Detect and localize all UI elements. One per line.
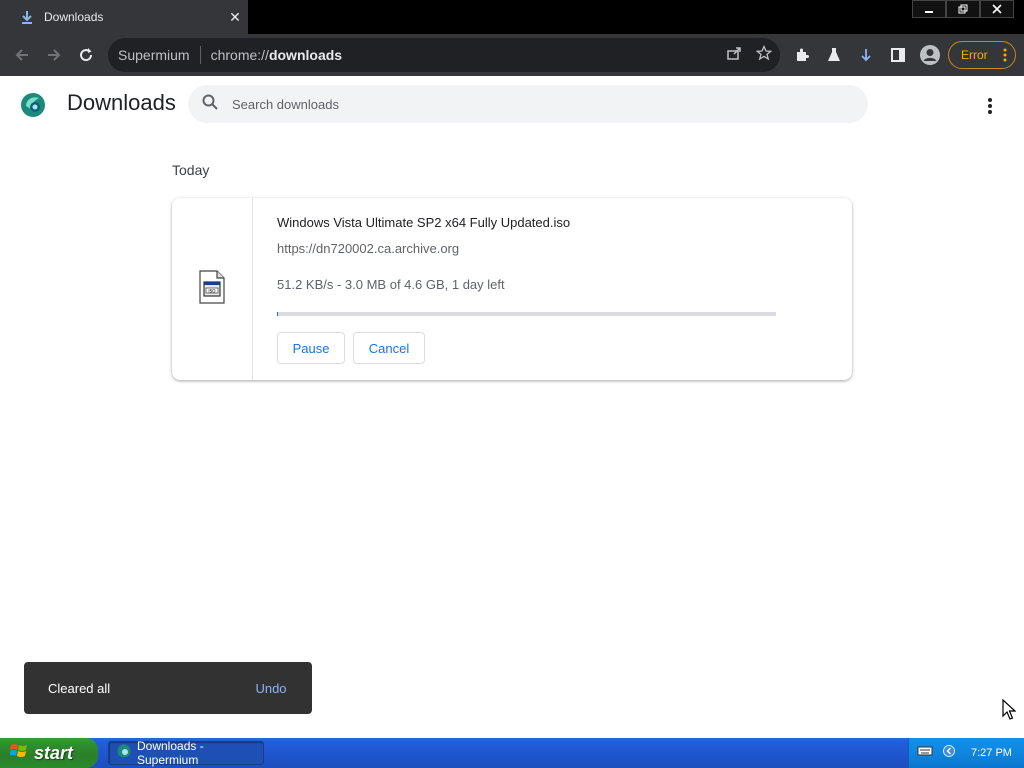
url-text: chrome://downloads bbox=[210, 47, 343, 63]
undo-button[interactable]: Undo bbox=[246, 681, 296, 696]
download-status: 51.2 KB/s - 3.0 MB of 4.6 GB, 1 day left bbox=[277, 277, 505, 292]
omnibox-separator bbox=[199, 46, 201, 64]
title-bar: Downloads ✕ bbox=[0, 0, 1024, 34]
download-item-card: ISO Windows Vista Ultimate SP2 x64 Fully… bbox=[172, 198, 852, 380]
search-icon bbox=[202, 94, 218, 115]
browser-toolbar: Supermium chrome://downloads Error bbox=[0, 34, 1024, 76]
pause-button[interactable]: Pause bbox=[277, 332, 345, 364]
profile-avatar-icon[interactable] bbox=[914, 39, 946, 71]
more-actions-icon[interactable] bbox=[978, 94, 1002, 118]
reload-icon[interactable] bbox=[70, 39, 102, 71]
close-window-icon[interactable] bbox=[980, 0, 1014, 18]
tab-title: Downloads bbox=[44, 10, 104, 24]
system-tray: 7:27 PM bbox=[908, 738, 1024, 768]
search-box[interactable] bbox=[188, 85, 868, 123]
page-title: Downloads bbox=[67, 90, 176, 115]
site-label: Supermium bbox=[118, 47, 190, 63]
taskbar: start Downloads - Supermium 7:27 PM bbox=[0, 738, 1024, 768]
downloads-header: Downloads bbox=[0, 76, 1024, 134]
cancel-button[interactable]: Cancel bbox=[353, 332, 425, 364]
taskbar-item-label: Downloads - Supermium bbox=[137, 739, 204, 767]
labs-flask-icon[interactable] bbox=[818, 39, 850, 71]
tab-close-icon[interactable]: ✕ bbox=[222, 9, 248, 26]
restore-icon[interactable] bbox=[946, 0, 980, 18]
svg-text:ISO: ISO bbox=[208, 288, 216, 293]
extensions-puzzle-icon[interactable] bbox=[786, 39, 818, 71]
tab-downloads[interactable]: Downloads ✕ bbox=[0, 0, 248, 34]
keyboard-icon[interactable] bbox=[917, 744, 933, 762]
taskbar-item-supermium[interactable]: Downloads - Supermium bbox=[108, 739, 264, 767]
error-more-icon bbox=[1003, 48, 1007, 65]
error-menu-button[interactable]: Error bbox=[948, 41, 1016, 69]
window-controls bbox=[912, 0, 1014, 18]
source-url[interactable]: https://dn720002.ca.archive.org bbox=[277, 241, 459, 256]
bookmark-star-icon[interactable] bbox=[755, 44, 773, 66]
section-date-heading: Today bbox=[172, 162, 210, 178]
supermium-logo-icon bbox=[20, 92, 46, 123]
toast-message: Cleared all bbox=[48, 680, 111, 696]
supermium-task-icon bbox=[117, 744, 131, 763]
clock: 7:27 PM bbox=[971, 747, 1012, 759]
forward-icon[interactable] bbox=[38, 39, 70, 71]
cleared-toast: Cleared all Undo bbox=[24, 662, 312, 714]
error-label: Error bbox=[961, 48, 988, 62]
iso-file-icon: ISO bbox=[198, 269, 226, 309]
search-input[interactable] bbox=[232, 96, 832, 112]
start-button[interactable]: start bbox=[0, 738, 98, 768]
minimize-icon[interactable] bbox=[912, 0, 946, 18]
file-name-link[interactable]: Windows Vista Ultimate SP2 x64 Fully Upd… bbox=[277, 215, 570, 230]
address-bar[interactable]: Supermium chrome://downloads bbox=[108, 38, 780, 72]
start-label: start bbox=[34, 742, 74, 763]
back-icon[interactable] bbox=[6, 39, 38, 71]
show-hidden-icons-icon[interactable] bbox=[943, 744, 955, 762]
share-icon[interactable] bbox=[726, 45, 742, 66]
side-panel-icon[interactable] bbox=[882, 39, 914, 71]
mouse-cursor-icon bbox=[1002, 698, 1017, 726]
download-arrow-icon bbox=[20, 10, 34, 24]
file-icon-column: ISO bbox=[172, 198, 253, 380]
download-status-icon[interactable] bbox=[850, 39, 882, 71]
download-progress-bar bbox=[277, 312, 776, 316]
windows-flag-icon bbox=[9, 743, 28, 764]
